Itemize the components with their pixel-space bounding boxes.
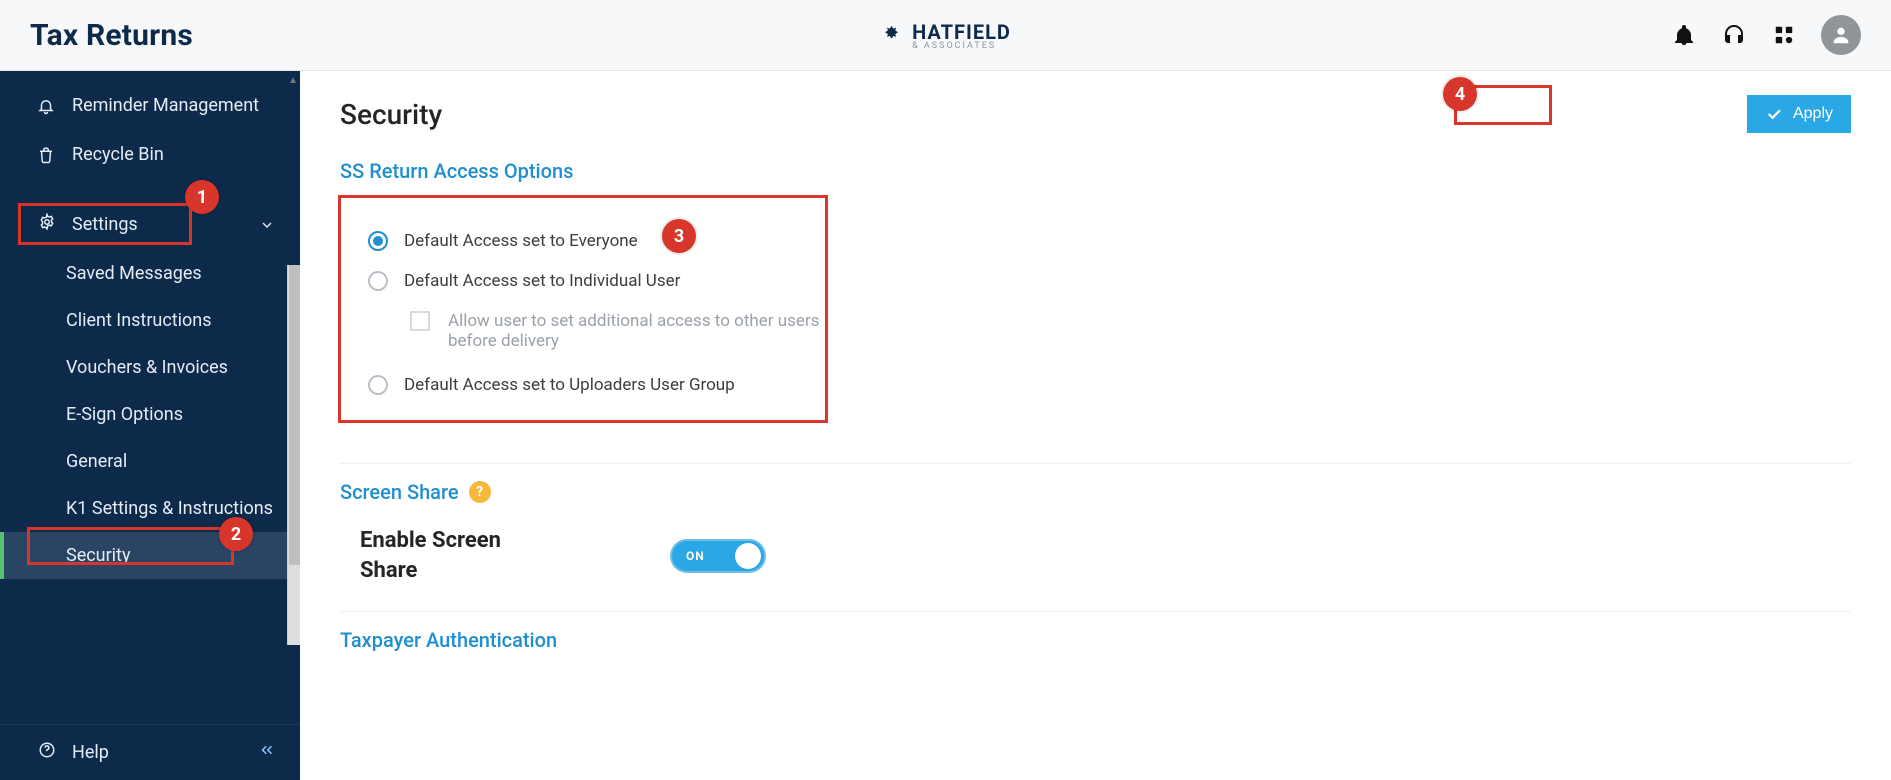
sidebar-item-general[interactable]: General: [0, 438, 300, 485]
section-title-auth: Taxpayer Authentication: [340, 628, 1851, 652]
annotation-dot-2: 2: [219, 517, 253, 551]
bell-outline-icon: [36, 96, 56, 116]
brand-logo: HATFIELD & ASSOCIATES: [880, 20, 1011, 51]
apps-grid-icon[interactable]: [1771, 22, 1797, 48]
annotation-dot-3: 3: [662, 219, 696, 253]
sidebar: Reminder Management Recycle Bin Settings…: [0, 71, 300, 780]
annotation-dot-4: 4: [1443, 77, 1477, 111]
enable-screenshare-label: Enable Screen Share: [360, 526, 530, 585]
sidebar-item-saved-messages[interactable]: Saved Messages: [0, 250, 300, 297]
divider: [340, 463, 1851, 464]
annotation-box-2: [27, 527, 234, 565]
annotation-box-1: [18, 203, 192, 245]
toggle-screenshare[interactable]: ON: [670, 539, 766, 573]
apply-label: Apply: [1793, 105, 1833, 123]
section-screenshare: Screen Share ? Enable Screen Share ON: [300, 472, 1891, 603]
section-title-access: SS Return Access Options: [340, 159, 1851, 183]
chevron-double-left-icon[interactable]: [258, 741, 276, 764]
sidebar-item-k1[interactable]: K1 Settings & Instructions: [0, 485, 300, 532]
question-circle-icon: [38, 741, 56, 764]
sidebar-item-help[interactable]: Help: [0, 724, 300, 780]
help-tip-icon[interactable]: ?: [469, 481, 491, 503]
logo-subtext: & ASSOCIATES: [912, 42, 1011, 51]
app-title: Tax Returns: [30, 18, 193, 53]
enable-screenshare-row: Enable Screen Share ON: [340, 522, 1851, 585]
annotation-box-3: [338, 195, 828, 423]
page-title: Security: [340, 98, 442, 131]
layout: Reminder Management Recycle Bin Settings…: [0, 71, 1891, 780]
headset-icon[interactable]: [1721, 22, 1747, 48]
scroll-up-icon[interactable]: [287, 71, 300, 81]
sidebar-item-esign[interactable]: E-Sign Options: [0, 391, 300, 438]
bell-icon[interactable]: [1671, 22, 1697, 48]
trash-icon: [36, 145, 56, 165]
annotation-dot-1: 1: [185, 180, 219, 214]
scrollbar[interactable]: [287, 265, 300, 645]
toggle-knob: [735, 543, 761, 569]
sidebar-item-recycle[interactable]: Recycle Bin: [0, 130, 300, 179]
apply-button[interactable]: Apply: [1747, 95, 1851, 133]
divider: [340, 611, 1851, 612]
sidebar-item-reminder[interactable]: Reminder Management: [0, 81, 300, 130]
sidebar-item-vouchers[interactable]: Vouchers & Invoices: [0, 344, 300, 391]
top-header: Tax Returns HATFIELD & ASSOCIATES: [0, 0, 1891, 71]
page-head: Security Apply: [300, 71, 1891, 151]
section-title-screenshare: Screen Share ?: [340, 480, 1851, 504]
section-auth: Taxpayer Authentication: [300, 620, 1891, 688]
sidebar-label: Recycle Bin: [72, 144, 164, 165]
sidebar-label: Help: [72, 742, 109, 763]
logo-icon: [880, 24, 902, 46]
sidebar-item-client-instructions[interactable]: Client Instructions: [0, 297, 300, 344]
section-title-text: Screen Share: [340, 480, 459, 504]
user-avatar[interactable]: [1821, 15, 1861, 55]
main-content: Security Apply SS Return Access Options …: [300, 71, 1891, 780]
chevron-down-icon: [258, 216, 276, 234]
sidebar-label: Reminder Management: [72, 95, 259, 116]
toggle-state: ON: [686, 549, 705, 563]
header-actions: [1671, 15, 1861, 55]
check-icon: [1765, 105, 1783, 123]
